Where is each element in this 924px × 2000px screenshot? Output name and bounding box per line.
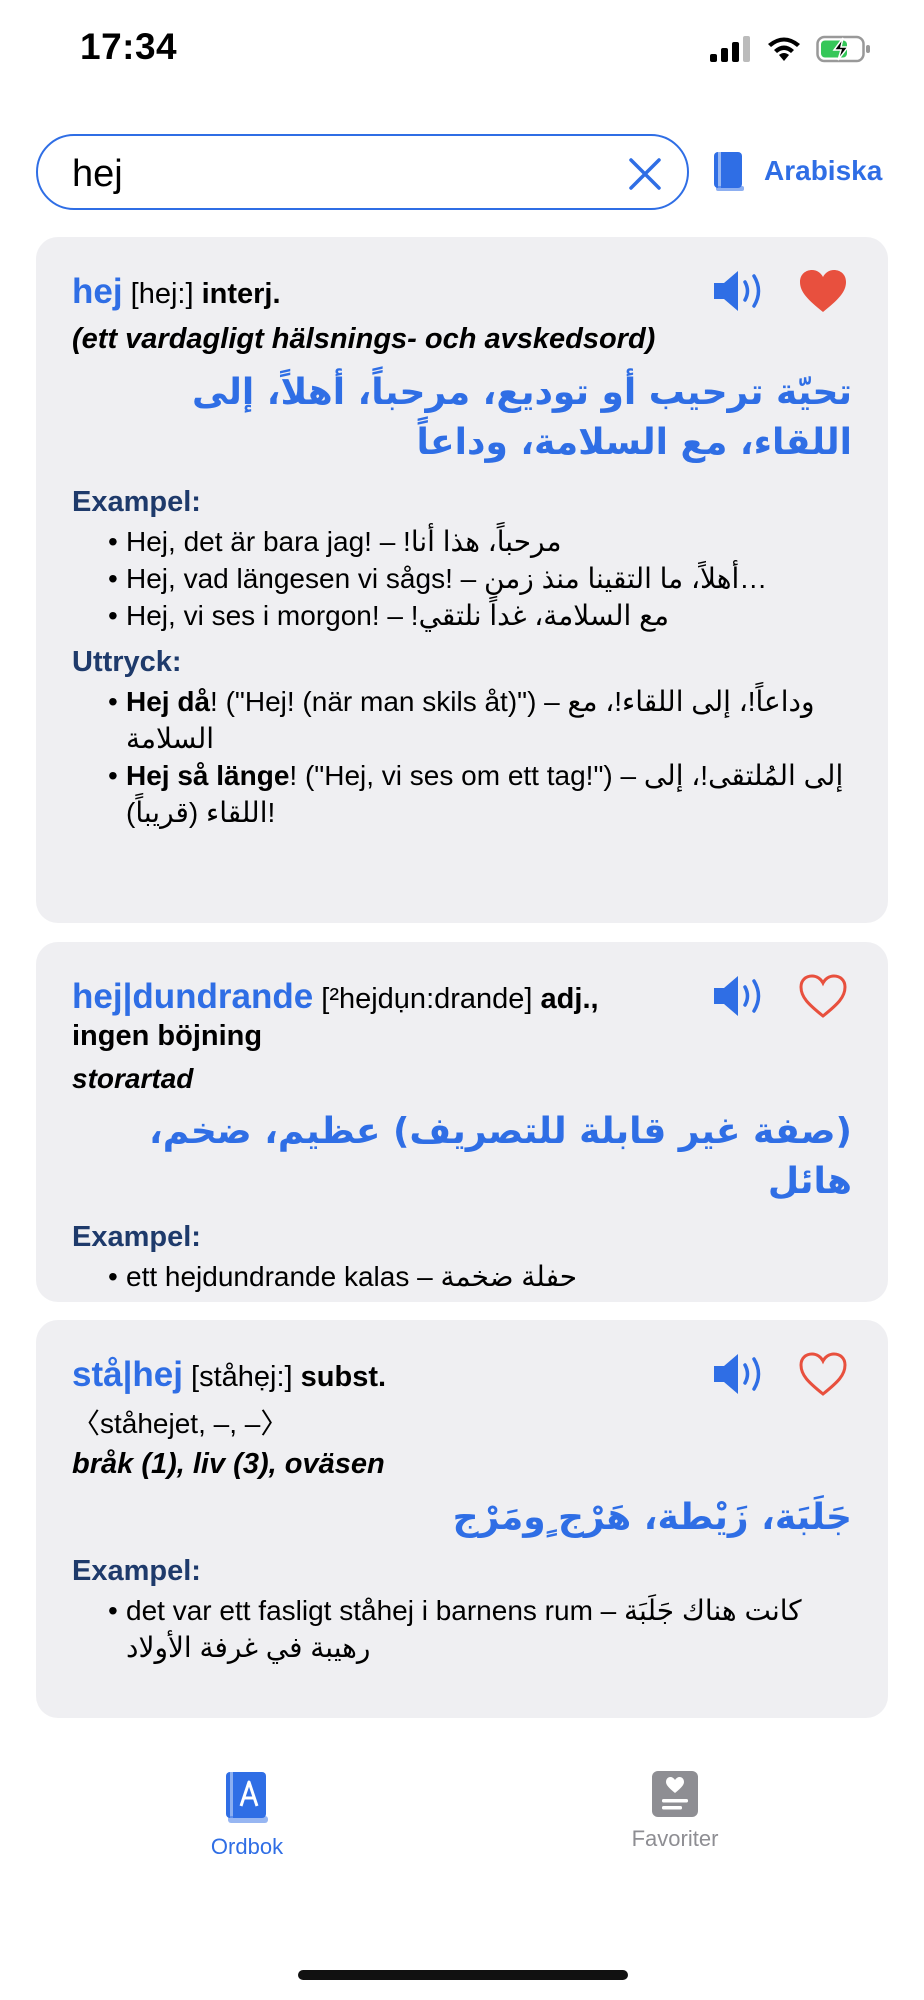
status-icons — [710, 32, 872, 66]
favorite-heart-filled-icon[interactable] — [798, 268, 848, 314]
idiom-term: Hej så länge — [126, 760, 290, 791]
pronunciation: [ståhẹj:] — [191, 1361, 293, 1393]
idioms-list: Hej då! ("Hej! (när man skils åt)") – ود… — [72, 683, 852, 831]
search-row: Arabiska — [36, 134, 888, 214]
definition: bråk (1), liv (3), oväsen — [72, 1448, 385, 1480]
favorite-heart-outline-icon[interactable] — [798, 973, 848, 1019]
speaker-icon[interactable] — [712, 267, 770, 315]
inflection: 〈ståhejet, –, –〉 — [72, 1408, 289, 1439]
examples-title: Exampel: — [72, 1555, 201, 1587]
dictionary-tab-icon — [226, 1772, 268, 1823]
favorites-tab-icon — [652, 1771, 698, 1817]
idiom-term: Hej då — [126, 686, 211, 717]
definition: storartad — [72, 1063, 194, 1094]
part-of-speech: adj., — [540, 983, 599, 1015]
tab-label: Ordbok — [210, 1834, 284, 1859]
search-input[interactable] — [70, 146, 614, 202]
translation: (صفة غير قابلة للتصريف) عظيم، ضخم، هائل — [149, 1111, 852, 1202]
cellular-signal-icon — [710, 36, 750, 62]
headword: hej — [72, 272, 123, 311]
examples-list: ett hejdundrande kalas – حفلة ضخمة — [72, 1258, 852, 1295]
status-bar: 17:34 — [0, 0, 924, 110]
example-item: Hej, vi ses i morgon! – !مع السلامة، غدا… — [108, 597, 852, 634]
idioms-title: Uttryck: — [72, 646, 182, 678]
example-item: ett hejdundrande kalas – حفلة ضخمة — [108, 1258, 852, 1295]
wifi-icon — [768, 37, 800, 61]
search-box[interactable] — [36, 134, 689, 210]
example-item: Hej, det är bara jag! – !مرحباً، هذا أنا — [108, 523, 852, 560]
tab-ordbok[interactable]: Ordbok — [137, 1770, 357, 1860]
entry-actions — [712, 972, 848, 1020]
translation: جَلَبَة، زَيْطة، هَرْج ٍومَرْج — [452, 1497, 852, 1538]
examples-title: Exampel: — [72, 486, 201, 518]
pronunciation: [hej:] — [130, 278, 194, 310]
example-item: det var ett fasligt ståhej i barnens rum… — [108, 1592, 852, 1666]
speaker-icon[interactable] — [712, 1350, 770, 1398]
idiom-item: Hej då! ("Hej! (när man skils åt)") – ود… — [108, 683, 852, 757]
examples-list: Hej, det är bara jag! – !مرحباً، هذا أنا… — [72, 523, 852, 634]
idiom-item: Hej så länge! ("Hej, vi ses om ett tag!"… — [108, 757, 852, 831]
part-of-speech: interj. — [201, 278, 281, 310]
inflection-note: ingen böjning — [72, 1020, 263, 1052]
headword: stå|hej — [72, 1355, 183, 1394]
entry-card-hej: hej [hej:] interj. (ett vardagligt hälsn… — [36, 237, 888, 923]
battery-charging-icon — [816, 35, 870, 63]
entry-card-stahej: stå|hej [ståhẹj:] subst. 〈ståhejet, –, –… — [36, 1320, 888, 1718]
clear-search-icon[interactable] — [625, 154, 665, 194]
pronunciation: [²hejdụn:drande] — [321, 983, 533, 1015]
tab-favoriter[interactable]: Favoriter — [565, 1770, 785, 1852]
example-item: Hej, vad längesen vi sågs! – أهلاً، ما ا… — [108, 560, 852, 597]
favorite-heart-outline-icon[interactable] — [798, 1351, 848, 1397]
definition: (ett vardagligt hälsnings- och avskedsor… — [72, 323, 656, 355]
entry-actions — [712, 1350, 848, 1398]
examples-list: det var ett fasligt ståhej i barnens rum… — [72, 1592, 852, 1666]
headword: hej|dundrande — [72, 977, 314, 1016]
status-time: 17:34 — [80, 26, 178, 67]
language-button[interactable]: Arabiska — [712, 150, 882, 192]
idiom-text: ! ("Hej! (när man skils åt)") – وداعاً!،… — [126, 686, 815, 754]
speaker-icon[interactable] — [712, 972, 770, 1020]
examples-title: Exampel: — [72, 1221, 201, 1253]
entry-actions — [712, 267, 848, 315]
tab-label: Favoriter — [631, 1826, 719, 1851]
language-label: Arabiska — [764, 155, 883, 186]
part-of-speech: subst. — [300, 1361, 387, 1393]
entry-card-hejdundrande: hej|dundrande [²hejdụn:drande] adj., ing… — [36, 942, 888, 1302]
home-indicator — [298, 1970, 628, 1980]
dictionary-book-icon — [714, 152, 744, 191]
tab-bar: Ordbok Favoriter — [0, 1770, 924, 1900]
translation: تحيّة ترحيب أو توديع، مرحباً، أهلاً، إلى… — [191, 372, 852, 463]
